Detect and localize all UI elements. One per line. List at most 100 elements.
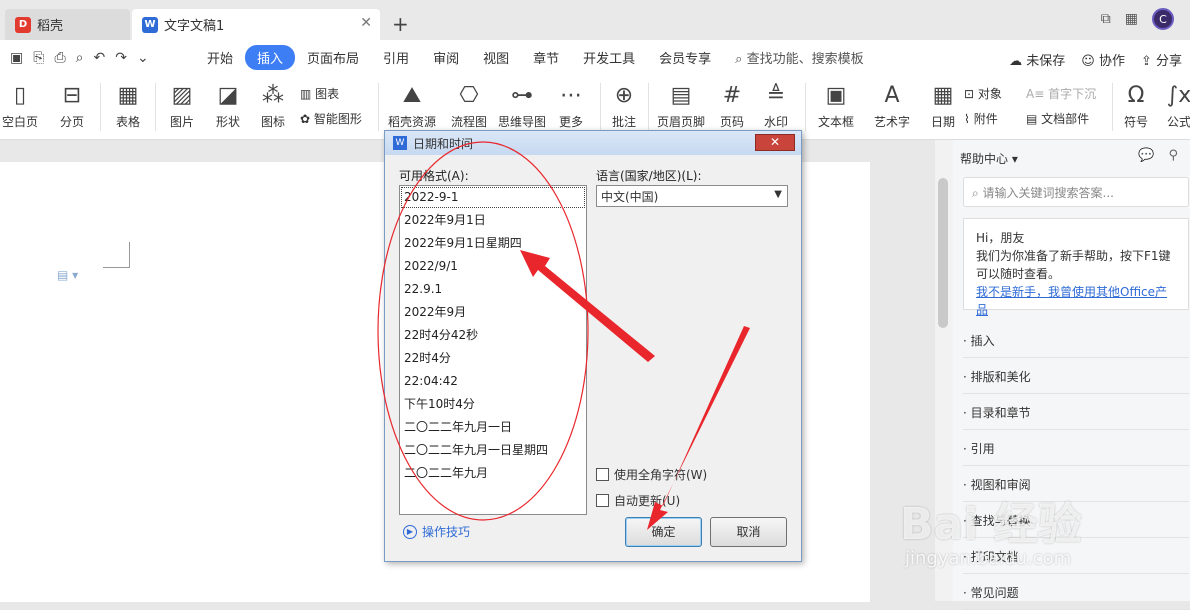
menu-section[interactable]: 章节	[521, 45, 571, 70]
page-corner-mark	[103, 242, 130, 268]
tab-label: 稻壳	[37, 19, 64, 34]
smart-art-button[interactable]: ✿ 智能图形	[300, 110, 362, 127]
paperclip-icon: ⌇	[964, 112, 974, 126]
format-item[interactable]: 2022-9-1	[400, 186, 586, 209]
menu-review[interactable]: 审阅	[421, 45, 471, 70]
menu-home[interactable]: 开始	[195, 45, 245, 70]
format-item[interactable]: 二〇二二年九月一日	[400, 416, 586, 439]
format-item[interactable]: 22时4分	[400, 347, 586, 370]
formula-button[interactable]: ∫x 公式	[1164, 83, 1190, 130]
mindmap-button[interactable]: ⊶ 思维导图	[498, 83, 546, 130]
page-number-button[interactable]: # 页码	[714, 83, 750, 130]
doc-parts-button[interactable]: ▤ 文档部件	[1026, 110, 1089, 127]
fullwidth-checkbox[interactable]: 使用全角字符(W)	[596, 466, 707, 483]
menu-view[interactable]: 视图	[471, 45, 521, 70]
format-list[interactable]: 2022-9-1 2022年9月1日 2022年9月1日星期四 2022/9/1…	[399, 185, 587, 515]
menu-layout[interactable]: 页面布局	[295, 45, 371, 70]
collaborate-button[interactable]: ☺ 协作	[1081, 50, 1125, 69]
new-tab-button[interactable]: +	[392, 12, 409, 36]
daoke-logo-icon: D	[15, 16, 31, 33]
checkbox-box[interactable]	[596, 494, 609, 507]
undo-icon[interactable]: ↶	[93, 50, 105, 66]
help-item[interactable]: · 插入	[963, 322, 1189, 358]
avatar[interactable]: C	[1152, 8, 1174, 30]
close-icon[interactable]: ✕	[360, 15, 372, 31]
help-greeting: Hi，朋友	[976, 231, 1025, 245]
function-search[interactable]: ⌕ 查找功能、搜索模板	[735, 48, 863, 67]
dropdown-arrow-icon: ▼	[774, 189, 782, 200]
ok-button[interactable]: 确定	[625, 517, 702, 547]
unsaved-status[interactable]: ☁ 未保存	[1009, 50, 1065, 69]
menu-developer[interactable]: 开发工具	[571, 45, 647, 70]
print-icon[interactable]: ⎙	[54, 50, 65, 66]
help-item[interactable]: · 引用	[963, 430, 1189, 466]
quick-access: ▣ ⎘ ⎙ ⌕ ↶ ↷ ⌄	[0, 50, 195, 66]
help-item[interactable]: · 目录和章节	[963, 394, 1189, 430]
symbol-button[interactable]: Ω 符号	[1120, 83, 1152, 130]
window-layout-icon[interactable]: ⧉	[1101, 11, 1111, 27]
more-button[interactable]: ⋯ 更多	[554, 83, 588, 130]
language-select[interactable]: 中文(中国) ▼	[596, 185, 788, 207]
format-item[interactable]: 22.9.1	[400, 278, 586, 301]
help-search-input[interactable]: ⌕ 请输入关键词搜索答案...	[963, 177, 1189, 207]
export-icon[interactable]: ⎘	[33, 50, 44, 66]
format-item[interactable]: 22:04:42	[400, 370, 586, 393]
object-button[interactable]: ⊡ 对象	[964, 85, 1002, 102]
autoupdate-checkbox[interactable]: 自动更新(U)	[596, 492, 680, 509]
help-item[interactable]: · 常见问题	[963, 574, 1189, 610]
pin-icon[interactable]: ⚲	[1168, 148, 1178, 163]
textbox-button[interactable]: ▣ 文本框	[814, 83, 858, 130]
tips-link[interactable]: ▶ 操作技巧	[403, 523, 470, 540]
icon-button[interactable]: ⁂ 图标	[253, 83, 293, 130]
menu-insert[interactable]: 插入	[245, 45, 296, 70]
scrollbar-thumb[interactable]	[938, 178, 948, 328]
menu-references[interactable]: 引用	[371, 45, 421, 70]
help-item[interactable]: · 排版和美化	[963, 358, 1189, 394]
checkbox-box[interactable]	[596, 468, 609, 481]
page-break-button[interactable]: ⊟ 分页	[52, 83, 92, 130]
cancel-button[interactable]: 取消	[710, 517, 787, 547]
tab-daoke[interactable]: D 稻壳	[5, 9, 130, 40]
flowchart-button[interactable]: ⎔ 流程图	[448, 83, 490, 130]
shape-icon: ◪	[217, 83, 239, 108]
chat-icon[interactable]: 💬	[1138, 148, 1154, 163]
attachment-button[interactable]: ⌇ 附件	[964, 110, 998, 127]
date-button[interactable]: ▦ 日期	[928, 83, 958, 130]
table-button[interactable]: ▦ 表格	[108, 83, 148, 130]
format-item[interactable]: 2022/9/1	[400, 255, 586, 278]
dialog-title-bar[interactable]: W 日期和时间 ✕	[385, 131, 801, 155]
watermark-button[interactable]: ≜ 水印	[760, 83, 792, 130]
format-item[interactable]: 下午10时4分	[400, 393, 586, 416]
format-item[interactable]: 2022年9月	[400, 301, 586, 324]
paragraph-layout-icon[interactable]: ▤ ▾	[57, 268, 78, 282]
chevron-down-icon[interactable]: ⌄	[137, 50, 149, 66]
close-button[interactable]: ✕	[755, 134, 795, 151]
preview-icon[interactable]: ⌕	[76, 50, 84, 66]
format-item[interactable]: 二〇二二年九月	[400, 462, 586, 485]
format-item[interactable]: 22时4分42秒	[400, 324, 586, 347]
grid-icon[interactable]: ▦	[1125, 11, 1138, 27]
shape-button[interactable]: ◪ 形状	[208, 83, 248, 130]
wordart-button[interactable]: A 艺术字	[870, 83, 914, 130]
watermark-icon: ≜	[766, 83, 786, 108]
daoke-resource-button[interactable]: ⛰ 稻壳资源	[386, 83, 438, 130]
chart-button[interactable]: ▥ 图表	[300, 85, 339, 102]
menu-member[interactable]: 会员专享	[647, 45, 723, 70]
save-icon[interactable]: ▣	[10, 50, 23, 66]
help-title[interactable]: 帮助中心 ▾	[960, 150, 1018, 167]
format-item[interactable]: 二〇二二年九月一日星期四	[400, 439, 586, 462]
format-item[interactable]: 2022年9月1日	[400, 209, 586, 232]
redo-icon[interactable]: ↷	[115, 50, 127, 66]
baidu-watermark: Bai 经验	[900, 499, 1082, 550]
tab-document[interactable]: W 文字文稿1 ✕	[132, 9, 380, 40]
smart-art-icon: ✿	[300, 112, 314, 126]
drop-cap-button[interactable]: A≡ 首字下沉	[1026, 85, 1096, 102]
format-item[interactable]: 2022年9月1日星期四	[400, 232, 586, 255]
help-link[interactable]: 我不是新手，我曾使用其他Office产品	[976, 285, 1167, 317]
header-footer-button[interactable]: ▤ 页眉页脚	[655, 83, 707, 130]
comment-button[interactable]: ⊕ 批注	[608, 83, 640, 130]
picture-button[interactable]: ▨ 图片	[162, 83, 202, 130]
blank-page-button[interactable]: ▯ 空白页	[0, 83, 40, 130]
share-icon: ⇪	[1140, 54, 1156, 69]
share-button[interactable]: ⇪ 分享	[1141, 50, 1182, 69]
